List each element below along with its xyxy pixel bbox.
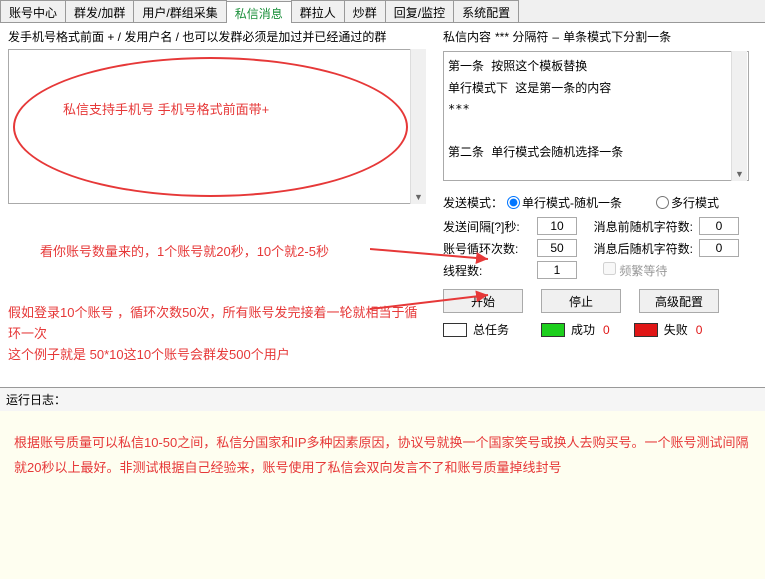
mode-note: 单条模式下分割一条 <box>563 28 671 45</box>
fail-label: 失败 <box>664 321 688 338</box>
scrollbar[interactable] <box>410 49 426 204</box>
success-label: 成功 <box>571 321 595 338</box>
success-count: 0 <box>603 323 610 337</box>
loop-label: 账号循环次数: <box>443 240 531 257</box>
mode-single-radio-input[interactable] <box>507 196 520 209</box>
mode-multi-radio-input[interactable] <box>656 196 669 209</box>
mode-multi-radio[interactable]: 多行模式 <box>656 194 719 211</box>
send-mode-label: 发送模式： <box>443 194 503 211</box>
prefix-input[interactable] <box>699 217 739 235</box>
thread-label: 线程数: <box>443 262 531 279</box>
mode-single-radio[interactable]: 单行模式-随机一条 <box>507 194 622 211</box>
tab-sys-config[interactable]: 系统配置 <box>453 0 519 22</box>
freq-wait-checkbox[interactable]: 频繁等待 <box>603 262 667 279</box>
tab-reply-monitor[interactable]: 回复/监控 <box>385 0 454 22</box>
tab-mass-add[interactable]: 群发/加群 <box>65 0 134 22</box>
log-label: 运行日志： <box>0 387 765 411</box>
stop-button[interactable]: 停止 <box>541 289 621 313</box>
success-swatch <box>541 323 565 337</box>
annotation-note-3: 假如登录10个账号 ，循环次数50次，所有账号发完接着一轮就相当于循环一次 这个… <box>8 303 428 365</box>
recipient-format-label: 发手机号格式前面 + / 发用户名 / 也可以发群必须是加过并已经通过的群 <box>8 28 427 45</box>
tab-bar: 账号中心 群发/加群 用户/群组采集 私信消息 群拉人 炒群 回复/监控 系统配… <box>0 0 765 23</box>
tab-account-center[interactable]: 账号中心 <box>0 0 66 22</box>
annotation-note-2: 看你账号数量来的，1个账号就20秒，10个就2-5秒 <box>40 241 329 260</box>
tab-user-collect[interactable]: 用户/群组采集 <box>133 0 226 22</box>
start-button[interactable]: 开始 <box>443 289 523 313</box>
left-panel: 发手机号格式前面 + / 发用户名 / 也可以发群必须是加过并已经通过的群 私信… <box>0 23 435 387</box>
interval-input[interactable] <box>537 217 577 235</box>
content-label: 私信内容 <box>443 28 491 45</box>
separator-text: *** 分隔符 <box>495 28 548 45</box>
prefix-label: 消息前随机字符数: <box>583 218 693 235</box>
bottom-advice-note: 根据账号质量可以私信10-50之间，私信分国家和IP多种因素原因，协议号就换一个… <box>0 411 765 579</box>
scrollbar[interactable] <box>731 51 747 181</box>
advanced-config-button[interactable]: 高级配置 <box>639 289 719 313</box>
tab-group-pull[interactable]: 群拉人 <box>291 0 345 22</box>
message-content-input[interactable] <box>443 51 749 181</box>
right-panel: 私信内容 *** 分隔符 – 单条模式下分割一条 发送模式： 单行模式-随机一条… <box>435 23 755 387</box>
total-swatch <box>443 323 467 337</box>
suffix-input[interactable] <box>699 239 739 257</box>
suffix-label: 消息后随机字符数: <box>583 240 693 257</box>
loop-input[interactable] <box>537 239 577 257</box>
fail-count: 0 <box>696 323 703 337</box>
freq-wait-checkbox-input <box>603 262 616 275</box>
fail-swatch <box>634 323 658 337</box>
total-label: 总任务 <box>473 321 509 338</box>
recipient-list-input[interactable] <box>8 49 426 204</box>
tab-private-msg[interactable]: 私信消息 <box>226 1 292 23</box>
main-panel: 发手机号格式前面 + / 发用户名 / 也可以发群必须是加过并已经通过的群 私信… <box>0 23 765 387</box>
thread-input[interactable] <box>537 261 577 279</box>
tab-hype-group[interactable]: 炒群 <box>344 0 386 22</box>
interval-label: 发送间隔[?]秒: <box>443 218 531 235</box>
separator-dash: – <box>552 30 559 44</box>
